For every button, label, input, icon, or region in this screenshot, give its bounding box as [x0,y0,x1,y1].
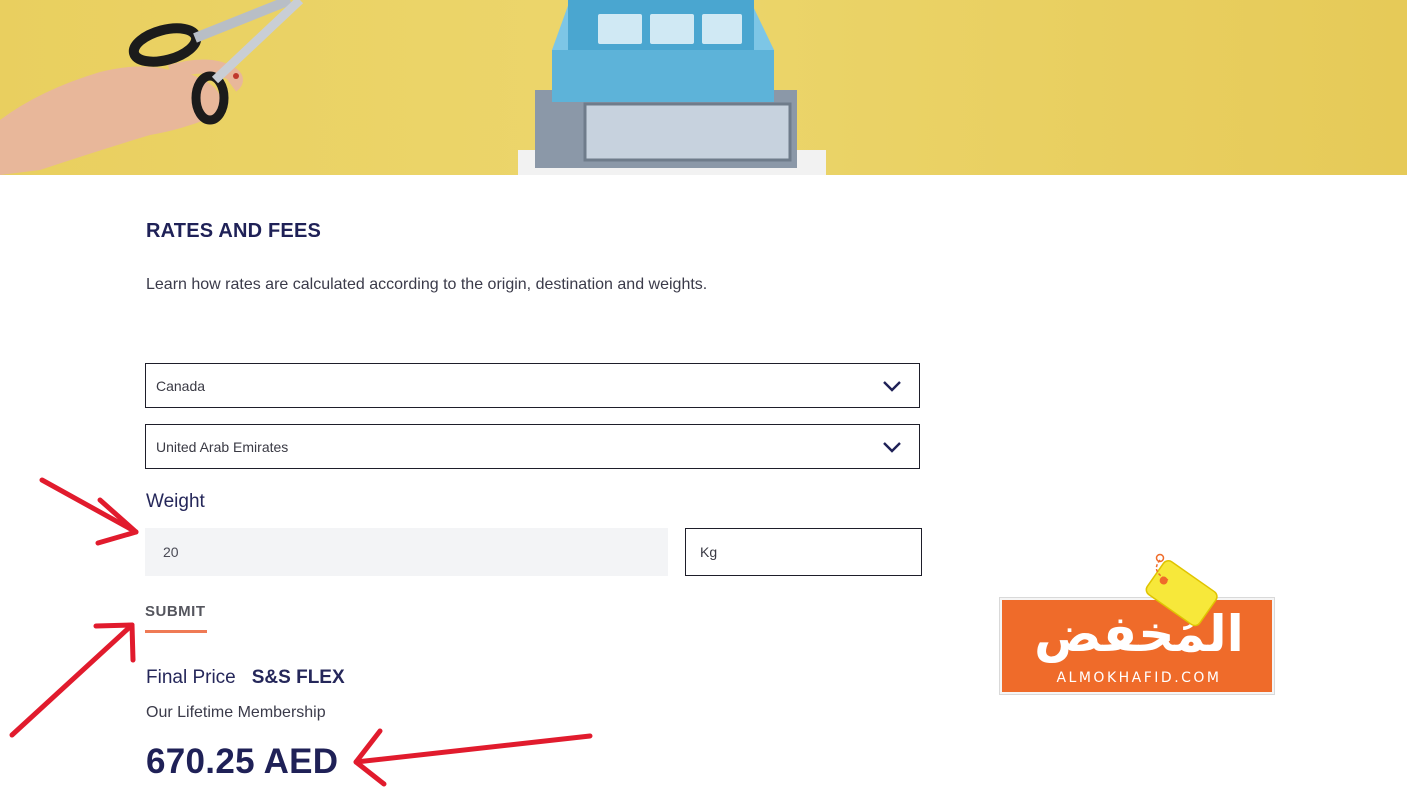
plan-name: S&S FLEX [251,667,345,688]
price-tag-icon [1145,553,1218,627]
final-price-row: Final Price S&S FLEX [146,667,345,689]
origin-value: Canada [156,377,206,394]
hero-banner [0,0,1407,175]
price-value: 670.25 AED [146,742,339,781]
arrow-annotation [9,622,135,738]
chevron-down-icon [883,441,901,453]
section-title: RATES AND FEES [146,220,322,242]
plan-subtitle: Our Lifetime Membership [146,704,326,721]
hero-illustration [0,0,826,175]
arrow-annotation [39,477,139,535]
final-price-label: Final Price [146,667,236,688]
submit-button[interactable]: SUBMIT [145,603,207,633]
logo-domain-text: ALMOKHAFID.COM [1056,670,1222,686]
unit-value: Kg [700,544,718,560]
section-description: Learn how rates are calculated according… [146,276,708,293]
unit-select[interactable]: Kg [685,528,922,576]
arrow-annotation [353,733,593,765]
chevron-down-icon [883,380,901,392]
weight-label: Weight [146,491,205,512]
weight-input[interactable]: 20 [145,528,668,576]
destination-value: United Arab Emirates [156,438,289,455]
weight-value: 20 [163,544,179,560]
destination-select[interactable]: United Arab Emirates [145,424,920,469]
origin-select[interactable]: Canada [145,363,920,408]
watermark-logo: المُخفض ALMOKHAFID.COM [1000,552,1274,694]
